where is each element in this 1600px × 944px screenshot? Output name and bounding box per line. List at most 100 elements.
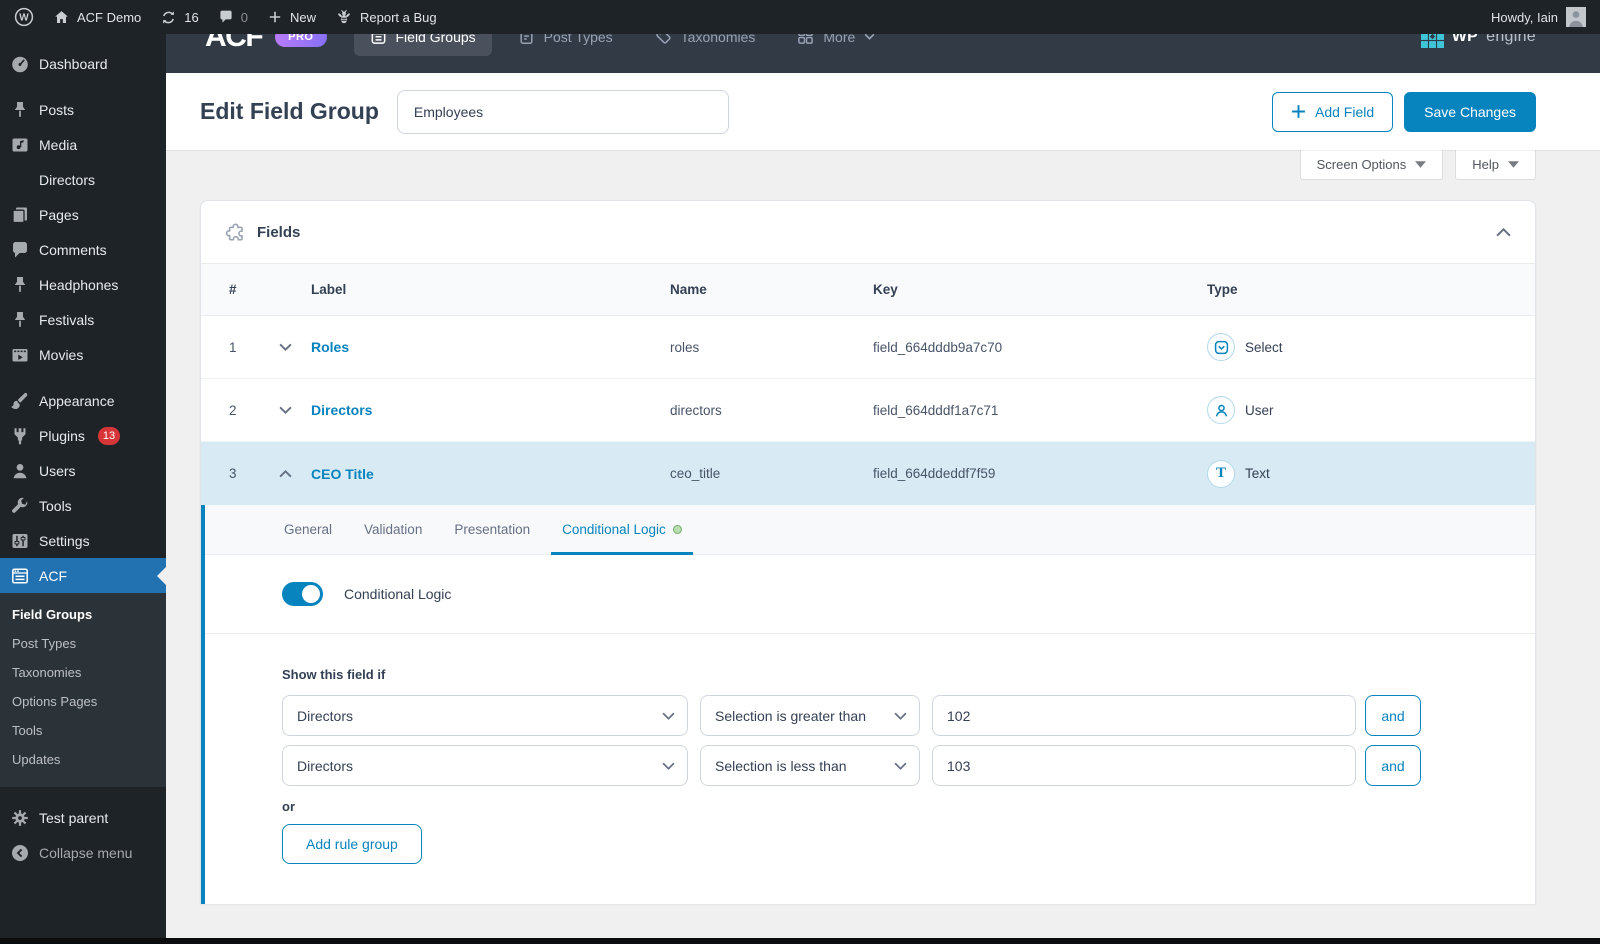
expand-row-button[interactable] — [279, 406, 299, 414]
sidebar-item-directors[interactable]: Directors — [0, 162, 166, 197]
submenu-item-taxonomies[interactable]: Taxonomies — [0, 658, 166, 687]
comments-count: 0 — [241, 10, 248, 25]
col-num: # — [229, 282, 279, 297]
and-rule-button[interactable]: and — [1365, 695, 1421, 736]
field-group-title-input[interactable] — [397, 90, 729, 134]
collapse-menu-button[interactable]: Collapse menu — [0, 835, 166, 870]
tab-general[interactable]: General — [282, 505, 334, 554]
conditional-logic-toggle[interactable] — [282, 582, 323, 606]
site-menu[interactable]: ACF Demo — [53, 9, 141, 26]
plus-icon — [267, 9, 283, 25]
row-number: 2 — [229, 403, 279, 418]
table-header: # Label Name Key Type — [201, 264, 1535, 316]
site-name: ACF Demo — [77, 10, 141, 25]
updates-menu[interactable]: 16 — [160, 9, 198, 26]
comments-menu[interactable]: 0 — [218, 9, 248, 25]
field-type: User — [1207, 396, 1535, 424]
tab-label: Validation — [364, 522, 422, 537]
field-label-link[interactable]: Directors — [311, 402, 670, 418]
tab-conditional-logic[interactable]: Conditional Logic — [560, 505, 684, 554]
sidebar-item-headphones[interactable]: Headphones — [0, 267, 166, 302]
rule-operator-select[interactable]: Selection is greater than — [700, 695, 920, 736]
sidebar-item-test-parent[interactable]: Test parent — [0, 800, 166, 835]
save-changes-button[interactable]: Save Changes — [1404, 92, 1536, 132]
sidebar-item-settings[interactable]: Settings — [0, 523, 166, 558]
field-label-link[interactable]: Roles — [311, 339, 670, 355]
sidebar-item-tools[interactable]: Tools — [0, 488, 166, 523]
wordpress-logo-icon[interactable]: W — [14, 7, 34, 27]
tab-validation[interactable]: Validation — [362, 505, 424, 554]
col-label: Label — [311, 282, 670, 297]
tab-presentation[interactable]: Presentation — [452, 505, 532, 554]
admin-bar-left: W ACF Demo 16 0 New Report a Bug — [14, 7, 437, 27]
sidebar-item-comments[interactable]: Comments — [0, 232, 166, 267]
chevron-down-icon — [864, 33, 875, 40]
help-tab[interactable]: Help — [1455, 150, 1536, 180]
submenu-item-tools[interactable]: Tools — [0, 716, 166, 745]
sidebar-item-label: Plugins — [39, 428, 85, 444]
window-edge — [0, 938, 1600, 944]
toggle-label: Conditional Logic — [344, 586, 451, 602]
field-type-label: Text — [1245, 466, 1270, 481]
sidebar-item-media[interactable]: Media — [0, 127, 166, 162]
submenu-item-updates[interactable]: Updates — [0, 745, 166, 774]
add-field-label: Add Field — [1315, 104, 1374, 120]
submenu-item-field-groups[interactable]: Field Groups — [0, 600, 166, 629]
sidebar-item-dashboard[interactable]: Dashboard — [0, 46, 166, 81]
acf-icon — [10, 566, 30, 586]
home-icon — [53, 9, 70, 26]
submenu-item-options-pages[interactable]: Options Pages — [0, 687, 166, 716]
text-glyph: T — [1216, 466, 1226, 481]
and-rule-button[interactable]: and — [1365, 745, 1421, 786]
panel-collapse-button[interactable] — [1496, 228, 1511, 237]
plugin-icon — [10, 426, 30, 446]
add-rule-group-button[interactable]: Add rule group — [282, 824, 422, 864]
rule-operator-value: Selection is greater than — [715, 708, 866, 724]
submenu-item-post-types[interactable]: Post Types — [0, 629, 166, 658]
settings-icon — [10, 531, 30, 551]
rule-field-value: Directors — [297, 708, 353, 724]
sidebar-item-posts[interactable]: Posts — [0, 92, 166, 127]
collapse-row-button[interactable] — [279, 470, 299, 478]
field-name: roles — [670, 340, 873, 355]
chevron-up-icon — [1496, 228, 1511, 237]
acf-submenu: Field Groups Post Types Taxonomies Optio… — [0, 593, 166, 787]
screen-options-tab[interactable]: Screen Options — [1300, 150, 1444, 180]
tab-label: General — [284, 522, 332, 537]
rule-value-input[interactable] — [932, 745, 1356, 786]
report-bug-menu[interactable]: Report a Bug — [335, 8, 437, 26]
menu-gap — [0, 81, 166, 92]
rule-field-select[interactable]: Directors — [282, 745, 688, 786]
chevron-down-icon — [894, 762, 907, 770]
add-field-button[interactable]: Add Field — [1272, 92, 1393, 132]
rule-field-value: Directors — [297, 758, 353, 774]
sidebar-item-festivals[interactable]: Festivals — [0, 302, 166, 337]
row-number: 3 — [229, 466, 279, 481]
conditional-logic-toggle-row: Conditional Logic — [205, 555, 1535, 634]
col-type: Type — [1207, 282, 1535, 297]
sidebar-item-label: Users — [39, 463, 76, 479]
user-type-icon — [1207, 396, 1235, 424]
sidebar-item-acf[interactable]: ACF — [0, 558, 166, 593]
sidebar-item-plugins[interactable]: Plugins 13 — [0, 418, 166, 453]
table-row: 2 Directors directors field_664dddf1a7c7… — [201, 379, 1535, 442]
row-number: 1 — [229, 340, 279, 355]
new-menu[interactable]: New — [267, 9, 316, 25]
expand-row-button[interactable] — [279, 343, 299, 351]
rule-field-select[interactable]: Directors — [282, 695, 688, 736]
chevron-down-icon — [279, 406, 292, 414]
pages-icon — [10, 205, 30, 225]
admin-bar-account[interactable]: Howdy, Iain — [1491, 7, 1586, 27]
pushpin-icon — [10, 275, 30, 295]
rule-operator-select[interactable]: Selection is less than — [700, 745, 920, 786]
field-type-label: User — [1245, 403, 1274, 418]
enabled-indicator-dot — [673, 525, 682, 534]
sidebar-item-users[interactable]: Users — [0, 453, 166, 488]
sidebar-item-movies[interactable]: Movies — [0, 337, 166, 372]
table-row: 1 Roles roles field_664dddb9a7c70 Select — [201, 316, 1535, 379]
sidebar-item-label: Settings — [39, 533, 90, 549]
sidebar-item-pages[interactable]: Pages — [0, 197, 166, 232]
sidebar-item-appearance[interactable]: Appearance — [0, 383, 166, 418]
field-label-link[interactable]: CEO Title — [311, 466, 670, 482]
rule-value-input[interactable] — [932, 695, 1356, 736]
